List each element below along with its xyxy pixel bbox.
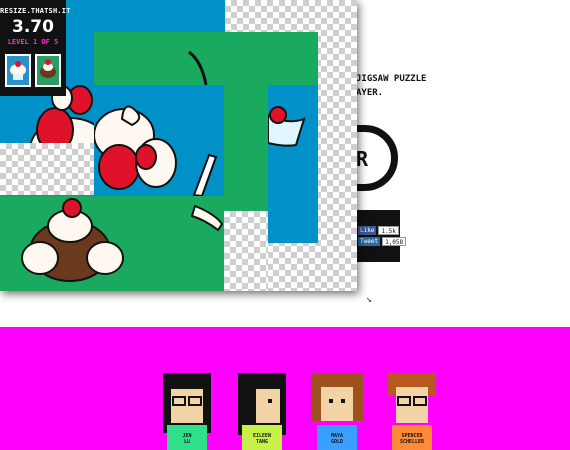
team-band: JEN LU EILEEN TANG MAYA GOLD SPENCER SCH… — [0, 327, 570, 450]
score-hud: RESIZE.THATSH.IT 3.70 LEVEL 1 OF 5 — [0, 0, 71, 96]
facebook-like-button[interactable]: Like — [358, 226, 377, 235]
score-value: 3.70 — [12, 17, 54, 37]
tweet-count: 1,058 — [382, 237, 407, 246]
social-share-box — [356, 210, 400, 262]
puzzle-piece[interactable] — [94, 85, 224, 196]
puzzle-piece[interactable] — [224, 85, 268, 211]
puzzle-piece[interactable] — [94, 32, 318, 85]
puzzle-piece[interactable] — [268, 85, 318, 243]
team-member: JEN LU — [157, 367, 217, 450]
page-intro-text: JIGSAW PUZZLE AYER. — [356, 72, 426, 100]
empty-slot — [0, 143, 94, 195]
tweet-row: Tweet 1,058 — [358, 237, 407, 246]
level-indicator: LEVEL 1 OF 5 — [7, 38, 59, 46]
team-member: MAYA GOLD — [307, 367, 367, 450]
team-member: EILEEN TANG — [232, 367, 292, 450]
glass-illustration — [268, 106, 306, 147]
piece-art — [188, 50, 208, 85]
intro-line-1: JIGSAW PUZZLE — [356, 74, 427, 84]
sundae-illustration — [21, 198, 224, 282]
intro-line-2: AYER. — [356, 88, 384, 98]
tweet-button[interactable]: Tweet — [358, 237, 381, 246]
facebook-like-row: Like 1.5k — [358, 226, 399, 235]
level-thumbnail[interactable] — [35, 54, 61, 87]
start-button-label: R — [356, 147, 369, 171]
member-name-last: TANG — [255, 439, 269, 445]
sundae-illustration — [94, 105, 218, 196]
member-name-last: LU — [183, 439, 191, 445]
team-member: SPENCER SCHELLER — [382, 367, 442, 450]
sundae-icon — [40, 59, 56, 78]
resize-handle-icon[interactable]: ↘ — [366, 294, 372, 305]
empty-slot — [224, 211, 268, 291]
site-name: RESIZE.THATSH.IT — [0, 7, 71, 15]
like-count: 1.5k — [378, 226, 399, 235]
puzzle-piece[interactable] — [0, 196, 224, 291]
level-thumbnail[interactable] — [5, 54, 31, 87]
game-window[interactable]: RESIZE.THATSH.IT 3.70 LEVEL 1 OF 5 — [0, 0, 357, 291]
member-name-last: SCHELLER — [399, 439, 425, 445]
sundae-icon — [10, 61, 26, 80]
member-name-last: GOLD — [330, 439, 344, 445]
